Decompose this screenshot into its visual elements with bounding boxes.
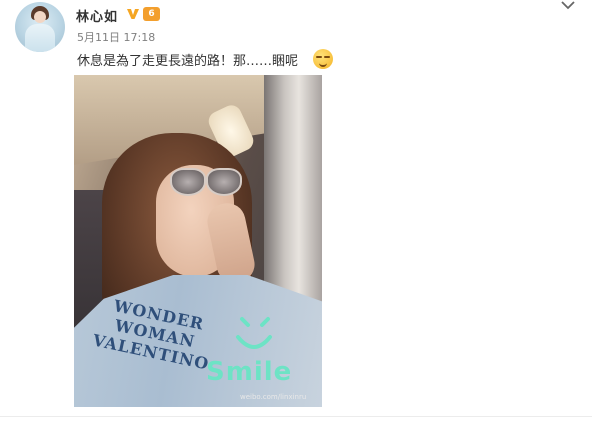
verified-v-icon: [127, 9, 139, 19]
level-badge-icon: 6: [143, 7, 160, 21]
photo-watermark: weibo.com/linxinru: [240, 393, 307, 401]
user-avatar[interactable]: [15, 2, 65, 52]
chevron-down-icon[interactable]: [560, 0, 576, 12]
user-name-link[interactable]: 林心如: [76, 6, 118, 25]
post-photo[interactable]: WONDER WOMAN VALENTINO Smile weibo.com/l…: [74, 75, 322, 407]
sunglasses-left-lens: [170, 168, 206, 196]
emoji-eye: [324, 56, 330, 58]
sunglasses-right-lens: [206, 168, 242, 196]
weibo-post-card: 林心如 6 5月11日 17:18 休息是為了走更長遠的路！那……睏呢 WOND…: [0, 0, 592, 426]
smile-sticker-face-icon: [236, 317, 272, 349]
emoji-mouth: [319, 62, 327, 67]
avatar-face: [34, 11, 46, 23]
smile-sticker-text: Smile: [206, 357, 293, 387]
sleepy-face-emoji-icon: [313, 49, 333, 69]
post-text: 休息是為了走更長遠的路！那……睏呢: [77, 54, 299, 69]
emoji-eye: [316, 56, 322, 58]
post-divider: [0, 416, 592, 417]
avatar-dress: [25, 24, 55, 52]
post-timestamp[interactable]: 5月11日 17:18: [77, 29, 155, 45]
